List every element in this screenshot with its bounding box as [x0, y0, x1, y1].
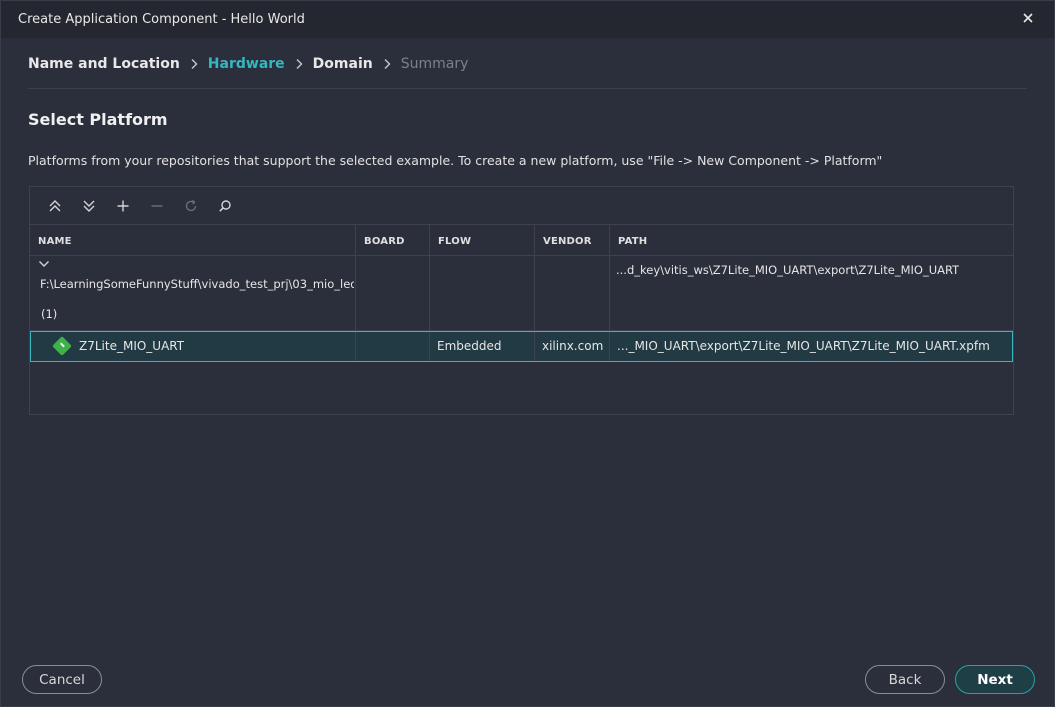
table-header: NAME BOARD FLOW VENDOR PATH	[30, 225, 1013, 256]
expand-all-icon[interactable]	[72, 193, 106, 219]
platform-icon	[52, 336, 72, 356]
divider	[28, 88, 1027, 89]
back-button[interactable]: Back	[865, 665, 945, 694]
refresh-icon[interactable]	[174, 193, 208, 219]
breadcrumb-step-summary: Summary	[400, 56, 469, 72]
platform-vendor: xilinx.com	[542, 339, 604, 353]
table-group-row[interactable]: F:\LearningSomeFunnyStuff\vivado_test_pr…	[30, 255, 1013, 331]
search-icon[interactable]	[208, 193, 242, 219]
platform-name: Z7Lite_MIO_UART	[79, 339, 185, 353]
column-header-vendor[interactable]: VENDOR	[535, 225, 610, 255]
platform-path: ..._MIO_UART\export\Z7Lite_MIO_UART\Z7Li…	[617, 339, 990, 353]
page-title: Select Platform	[28, 110, 168, 129]
chevron-right-icon	[383, 58, 391, 70]
chevron-right-icon	[190, 58, 198, 70]
create-application-component-dialog: Create Application Component - Hello Wor…	[0, 0, 1055, 707]
column-header-board[interactable]: BOARD	[356, 225, 430, 255]
group-path: F:\LearningSomeFunnyStuff\vivado_test_pr…	[40, 277, 354, 291]
cancel-button[interactable]: Cancel	[22, 665, 102, 694]
next-button[interactable]: Next	[955, 665, 1035, 694]
breadcrumb-step-name-and-location[interactable]: Name and Location	[28, 56, 180, 72]
collapse-all-icon[interactable]	[38, 193, 72, 219]
add-icon[interactable]	[106, 193, 140, 219]
column-header-flow[interactable]: FLOW	[430, 225, 535, 255]
group-platform-path: ...d_key\vitis_ws\Z7Lite_MIO_UART\export…	[616, 263, 960, 277]
platform-table-panel: NAME BOARD FLOW VENDOR PATH F:\LearningS…	[29, 186, 1014, 415]
breadcrumb-step-domain[interactable]: Domain	[313, 56, 373, 72]
table-toolbar	[30, 187, 1013, 225]
window-title: Create Application Component - Hello Wor…	[18, 12, 305, 27]
breadcrumb: Name and Location Hardware Domain Summar…	[28, 56, 468, 72]
table-row[interactable]: Z7Lite_MIO_UART Embedded xilinx.com ..._…	[30, 331, 1013, 362]
title-bar: Create Application Component - Hello Wor…	[1, 1, 1054, 38]
platform-flow: Embedded	[437, 339, 502, 353]
column-header-path[interactable]: PATH	[610, 225, 1013, 255]
close-icon[interactable]	[1020, 11, 1036, 27]
group-count: (1)	[41, 307, 58, 321]
column-header-name[interactable]: NAME	[30, 225, 356, 255]
page-description: Platforms from your repositories that su…	[28, 153, 883, 168]
chevron-right-icon	[295, 58, 303, 70]
breadcrumb-step-hardware[interactable]: Hardware	[208, 56, 285, 72]
chevron-down-icon[interactable]	[38, 258, 50, 272]
remove-icon[interactable]	[140, 193, 174, 219]
